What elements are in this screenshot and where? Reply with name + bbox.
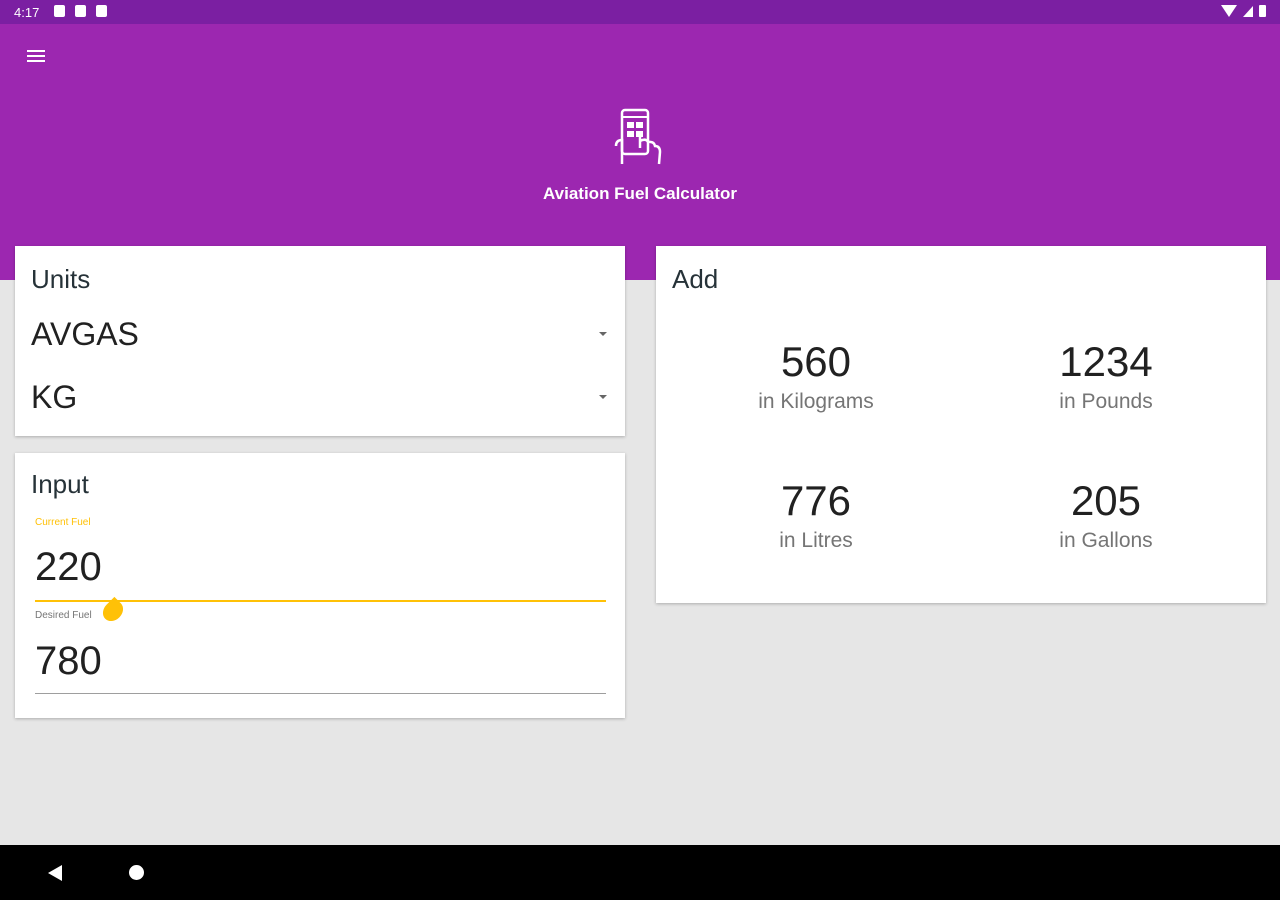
unit-select[interactable]: KG — [31, 375, 611, 423]
battery-icon — [1259, 5, 1266, 17]
status-bar: 4:17 — [0, 0, 1280, 24]
units-title: Units — [31, 264, 91, 294]
status-time: 4:17 — [14, 5, 40, 20]
desired-fuel-label: Desired Fuel — [35, 610, 92, 621]
status-icons-right — [1221, 5, 1266, 17]
chevron-down-icon — [599, 395, 607, 399]
result-value: 776 — [780, 477, 852, 524]
current-fuel-input[interactable]: 220 — [35, 545, 102, 590]
chevron-down-icon — [599, 332, 607, 336]
unit-value: KG — [31, 379, 78, 415]
sd-card-icon — [96, 5, 107, 17]
result-pounds: 1234 in Pounds — [956, 338, 1256, 414]
status-icons-left — [54, 5, 107, 17]
signal-icon — [1243, 5, 1253, 17]
result-label: in Litres — [779, 529, 853, 552]
input-card: Input Current Fuel 220 Desired Fuel 780 — [15, 453, 625, 718]
add-title: Add — [672, 264, 719, 294]
back-icon[interactable] — [48, 865, 62, 881]
wifi-icon — [1221, 5, 1237, 17]
app-header: Aviation Fuel Calculator — [0, 24, 1280, 280]
desired-fuel-underline — [35, 693, 606, 694]
result-kilograms: 560 in Kilograms — [666, 338, 966, 414]
result-value: 560 — [780, 338, 852, 385]
notification-icon — [75, 5, 86, 17]
result-value: 205 — [1070, 477, 1142, 524]
home-icon[interactable] — [129, 865, 144, 880]
fuel-type-select[interactable]: AVGAS — [31, 312, 611, 360]
app-title: Aviation Fuel Calculator — [543, 184, 737, 203]
add-card: Add 560 in Kilograms 1234 in Pounds 776 … — [656, 246, 1266, 603]
result-label: in Pounds — [1059, 390, 1153, 413]
result-litres: 776 in Litres — [666, 477, 966, 553]
current-fuel-underline — [35, 600, 606, 602]
current-fuel-label: Current Fuel — [35, 517, 91, 528]
units-card: Units AVGAS KG — [15, 246, 625, 436]
settings-icon — [54, 5, 65, 17]
fuel-type-value: AVGAS — [31, 316, 139, 352]
phone-hand-icon — [614, 108, 662, 165]
navigation-bar — [0, 845, 1280, 900]
result-label: in Kilograms — [758, 390, 874, 413]
result-gallons: 205 in Gallons — [956, 477, 1256, 553]
result-label: in Gallons — [1059, 529, 1153, 552]
desired-fuel-input[interactable]: 780 — [35, 639, 102, 684]
input-title: Input — [31, 469, 89, 499]
menu-icon[interactable] — [26, 46, 46, 66]
result-value: 1234 — [1059, 338, 1153, 385]
